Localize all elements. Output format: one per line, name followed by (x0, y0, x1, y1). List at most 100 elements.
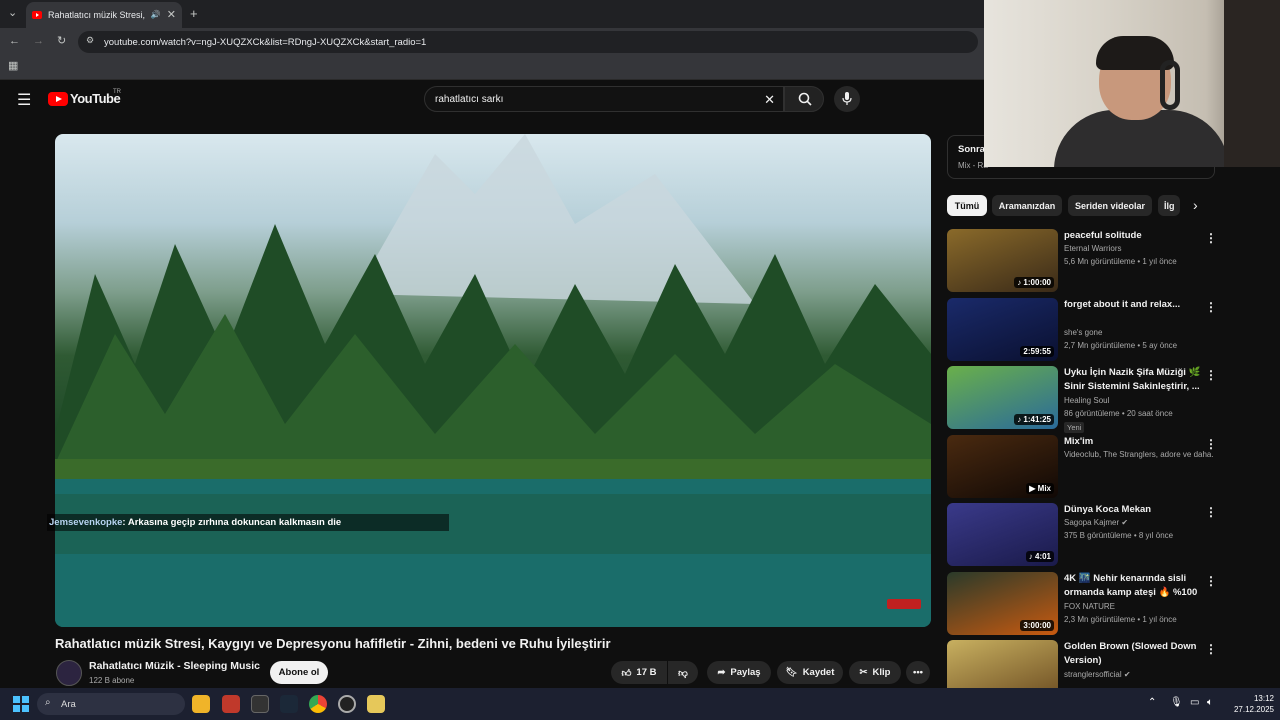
recommendation-channel[interactable]: FOX NATURE (1064, 602, 1115, 611)
more-options-icon[interactable]: ⋮ (1205, 642, 1217, 656)
chip-series-videos[interactable]: Seriden videolar (1068, 195, 1152, 216)
clock-time: 13:12 (1253, 694, 1274, 703)
forest-lake-scene (55, 134, 931, 627)
obs-icon[interactable] (338, 695, 356, 713)
recommendation-channel[interactable]: she's gone (1064, 328, 1102, 337)
channel-avatar[interactable] (56, 660, 82, 686)
recommendation-channel[interactable]: stranglersofficial ✔ (1064, 670, 1131, 679)
more-options-icon[interactable]: ⋮ (1205, 574, 1217, 588)
chevron-right-icon[interactable]: › (1193, 197, 1198, 213)
recommendation-item[interactable]: ♪ 4:01 Dünya Koca Mekan Sagopa Kajmer ✔ 375… (947, 503, 1217, 567)
youtube-logo-icon[interactable] (48, 92, 68, 106)
recommendation-title[interactable]: peaceful solitude (1064, 229, 1206, 243)
recommendation-meta: 375 B görüntüleme • 8 yıl önce (1064, 531, 1174, 540)
more-options-icon[interactable]: ⋮ (1205, 300, 1217, 314)
subscribe-button[interactable]: Abone ol (270, 661, 328, 684)
subscriber-count: 122 B abone (89, 676, 135, 685)
mic-icon (842, 92, 852, 105)
tab-search-icon[interactable]: ⌄ (8, 8, 17, 19)
search-input[interactable]: rahatlatıcı sarkı ✕ (424, 86, 784, 112)
speaker-icon[interactable]: 🔊 (151, 11, 161, 19)
video-thumbnail[interactable]: ♪ 4:01 (947, 503, 1058, 566)
forward-icon[interactable]: → (33, 36, 44, 47)
clear-search-icon[interactable]: ✕ (764, 92, 775, 108)
recommendation-title[interactable]: Dünya Koca Mekan (1064, 503, 1206, 517)
more-options-icon[interactable]: ⋮ (1205, 231, 1217, 245)
share-button[interactable]: ➦ Paylaş (707, 661, 771, 684)
video-player[interactable] (55, 134, 931, 627)
recommendation-item[interactable]: ♪ 1:41:25 Uyku İçin Nazik Şifa Müziği 🌿 S… (947, 366, 1217, 433)
windows-taskbar: ⌕ Ara ⌃ 🎙︎ ▭ 🔈︎ 13:12 27.12.2025 (0, 688, 1280, 720)
bookmark-icon: 🔖︎ (785, 667, 798, 678)
thumbs-up-icon: 👍︎ (621, 667, 632, 679)
video-duration: 3:00:00 (1020, 619, 1054, 631)
more-options-icon[interactable]: ⋮ (1205, 437, 1217, 451)
recommendation-meta: Videoclub, The Stranglers, adore ve daha… (1064, 449, 1214, 459)
epic-games-icon[interactable] (251, 695, 269, 713)
video-duration: ♪ 4:01 (1025, 551, 1054, 562)
site-info-icon[interactable]: ⚙ (86, 36, 94, 45)
more-actions-button[interactable]: ••• (906, 661, 930, 684)
recommendation-channel[interactable]: Eternal Warriors (1064, 244, 1122, 253)
mic-tray-icon[interactable]: 🎙︎ (1170, 697, 1183, 708)
search-button[interactable] (784, 86, 824, 112)
video-thumbnail[interactable]: 2:59:55 (947, 297, 1058, 361)
more-options-icon[interactable]: ⋮ (1205, 368, 1217, 382)
recommendation-item[interactable]: ♪ 1:00:00 peaceful solitude Eternal Warrio… (947, 229, 1217, 293)
steam-icon[interactable] (280, 695, 298, 713)
playlist-title: Sonra (958, 144, 985, 155)
video-thumbnail[interactable]: ▶ Mix (947, 434, 1058, 498)
recommendation-meta: 2,3 Mn görüntüleme • 1 yıl önce (1064, 614, 1177, 624)
menu-icon[interactable]: ☰ (17, 90, 31, 110)
recommendation-title[interactable]: Uyku İçin Nazik Şifa Müziği 🌿 Sinir Sist… (1064, 366, 1206, 394)
video-duration: ▶ Mix (1026, 482, 1054, 494)
taskbar-search[interactable]: ⌕ Ara (37, 693, 185, 715)
recommendation-title[interactable]: Golden Brown (Slowed Down Version) (1064, 640, 1206, 668)
recommendation-channel[interactable]: Healing Soul (1064, 396, 1109, 405)
taskbar-search-icon: ⌕ (45, 697, 51, 708)
youtube-favicon-icon (32, 11, 42, 19)
chip-from-search[interactable]: Aramanızdan (992, 195, 1062, 216)
windows-start-icon[interactable] (13, 696, 29, 712)
like-button[interactable]: 👍︎ 17 B (611, 661, 667, 684)
new-tab-icon[interactable]: + (190, 7, 198, 20)
browser-tab[interactable]: Rahatlatıcı müzik Stresi, Kay 🔊 ✕ (26, 2, 182, 28)
clip-label: Klip (872, 667, 891, 678)
chrome-icon[interactable] (309, 695, 327, 713)
volume-icon[interactable]: 🔈︎ (1207, 697, 1213, 708)
recommendation-title[interactable]: Mix'im (1064, 435, 1206, 449)
file-explorer-icon[interactable] (192, 695, 210, 713)
clock-date: 27.12.2025 (1233, 705, 1274, 714)
voice-search-button[interactable] (834, 86, 860, 112)
recommendation-title[interactable]: forget about it and relax... (1064, 298, 1206, 312)
tray-chevron-icon[interactable]: ⌃ (1148, 697, 1156, 708)
dislike-button[interactable]: 👎︎ (668, 661, 698, 684)
recommendation-title[interactable]: 4K 🌃 Nehir kenarında sisli ormanda kamp … (1064, 572, 1206, 600)
scissors-icon: ✂ (859, 667, 868, 678)
system-clock[interactable]: 13:12 27.12.2025 (1222, 693, 1274, 715)
back-icon[interactable]: ← (9, 36, 20, 47)
channel-name[interactable]: Rahatlatıcı Müzik - Sleeping Music (89, 660, 260, 672)
share-icon: ➦ (717, 667, 726, 678)
reload-icon[interactable]: ↻ (57, 36, 66, 47)
like-count: 17 B (636, 667, 657, 678)
chip-related[interactable]: İlg (1158, 195, 1180, 216)
apps-grid-icon[interactable]: ▦ (8, 61, 18, 72)
tab-close-icon[interactable]: ✕ (167, 9, 176, 21)
clip-button[interactable]: ✂ Klip (849, 661, 901, 684)
video-thumbnail[interactable]: 3:00:00 (947, 571, 1058, 635)
app-icon[interactable] (367, 695, 385, 713)
recommendation-channel[interactable]: Sagopa Kajmer ✔ (1064, 518, 1128, 527)
video-thumbnail[interactable]: ♪ 1:00:00 (947, 229, 1058, 292)
display-tray-icon[interactable]: ▭ (1190, 697, 1199, 708)
recommendation-item[interactable]: 2:59:55 forget about it and relax... she's… (947, 297, 1217, 362)
chip-all[interactable]: Tümü (947, 195, 987, 216)
game-app-icon[interactable] (222, 695, 240, 713)
video-thumbnail[interactable]: ♪ 1:41:25 (947, 366, 1058, 429)
recommendation-item[interactable]: ▶ Mix Mix'im Videoclub, The Stranglers, ad… (947, 434, 1217, 499)
url-field[interactable]: ⚙ youtube.com/watch?v=ngJ-XUQZXCk&list=R… (78, 31, 978, 53)
more-options-icon[interactable]: ⋮ (1205, 505, 1217, 519)
save-button[interactable]: 🔖︎ Kaydet (777, 661, 843, 684)
headphones-icon (1160, 60, 1180, 110)
recommendation-item[interactable]: 3:00:00 4K 🌃 Nehir kenarında sisli ormand… (947, 571, 1217, 636)
